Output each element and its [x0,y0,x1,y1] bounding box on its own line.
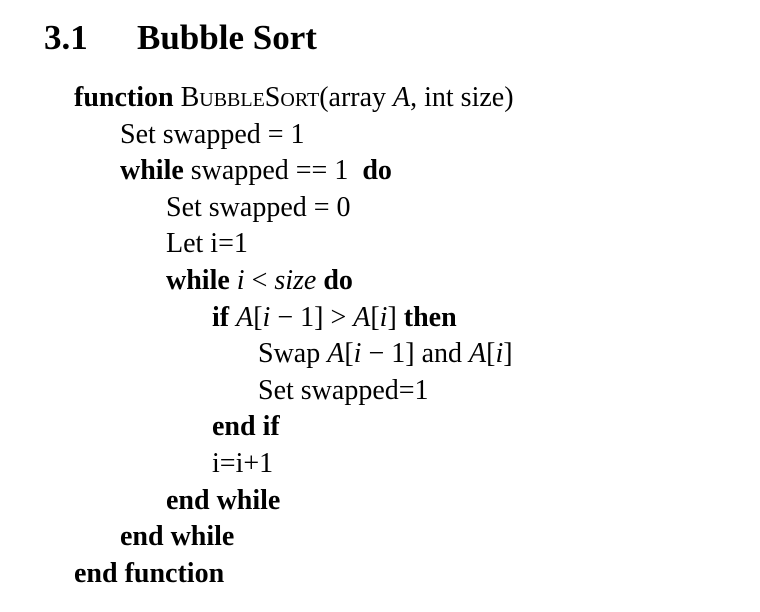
algorithm-line: end function [74,556,224,592]
section-number: 3.1 [44,18,88,57]
section-title: Bubble Sort [137,18,317,57]
code-text: Set swapped=1 [258,374,429,406]
section-heading: 3.1 Bubble Sort [44,18,317,58]
algorithm-line: Set swapped = 0 [166,190,351,226]
code-text: Swap [258,338,328,370]
code-text: [ [344,338,354,370]
code-text: ] [503,338,513,370]
keyword: end while [120,521,235,553]
keyword: do [323,265,353,296]
algorithm-line: i=i+1 [212,446,273,482]
keyword: while [166,265,230,296]
algorithm-line: function BubbleSort(array A, int size) [74,80,514,116]
keyword: if [212,301,230,333]
keyword: end while [166,484,281,516]
algorithm-line: end while [120,519,234,555]
code-text: (array [319,82,394,113]
code-text: [ [253,301,263,333]
math-variable: A [469,338,487,370]
algorithm-line: Set swapped=1 [258,373,429,409]
code-text: < [244,265,275,296]
keyword: end function [74,557,225,589]
algorithm-line: end while [166,483,280,519]
code-text: Set swapped = 1 [120,118,305,150]
algorithm-line: Let i=1 [166,226,248,262]
code-text: − 1] > [270,301,354,333]
math-variable: i [236,265,245,296]
keyword: function [74,82,174,113]
code-text: i=i+1 [212,448,274,479]
algorithm-line: Swap A[i − 1] and A[i] [258,336,513,372]
code-text: ] [387,301,404,333]
math-variable: size [274,265,317,296]
function-name: BubbleSort [180,82,320,113]
math-variable: A [327,338,345,370]
math-variable: A [393,82,411,113]
code-text: − 1] and [361,338,469,370]
algorithm-line: if A[i − 1] > A[i] then [212,300,457,336]
keyword: while [120,155,184,187]
algorithm-line: Set swapped = 1 [120,117,305,153]
algorithm-line: while swapped == 1 do [120,153,392,189]
algorithm-line: while i < size do [166,263,353,299]
code-text: Let i=1 [166,228,248,260]
keyword: do [362,155,392,187]
keyword: end if [212,411,280,443]
code-text: , int size) [410,82,514,113]
algorithm-line: end if [212,409,280,445]
code-text: swapped == 1 [183,155,363,187]
code-text: [ [370,301,380,333]
keyword: then [403,301,457,333]
code-text: Set swapped = 0 [166,191,351,223]
math-variable: A [236,301,254,333]
math-variable: A [353,301,371,333]
